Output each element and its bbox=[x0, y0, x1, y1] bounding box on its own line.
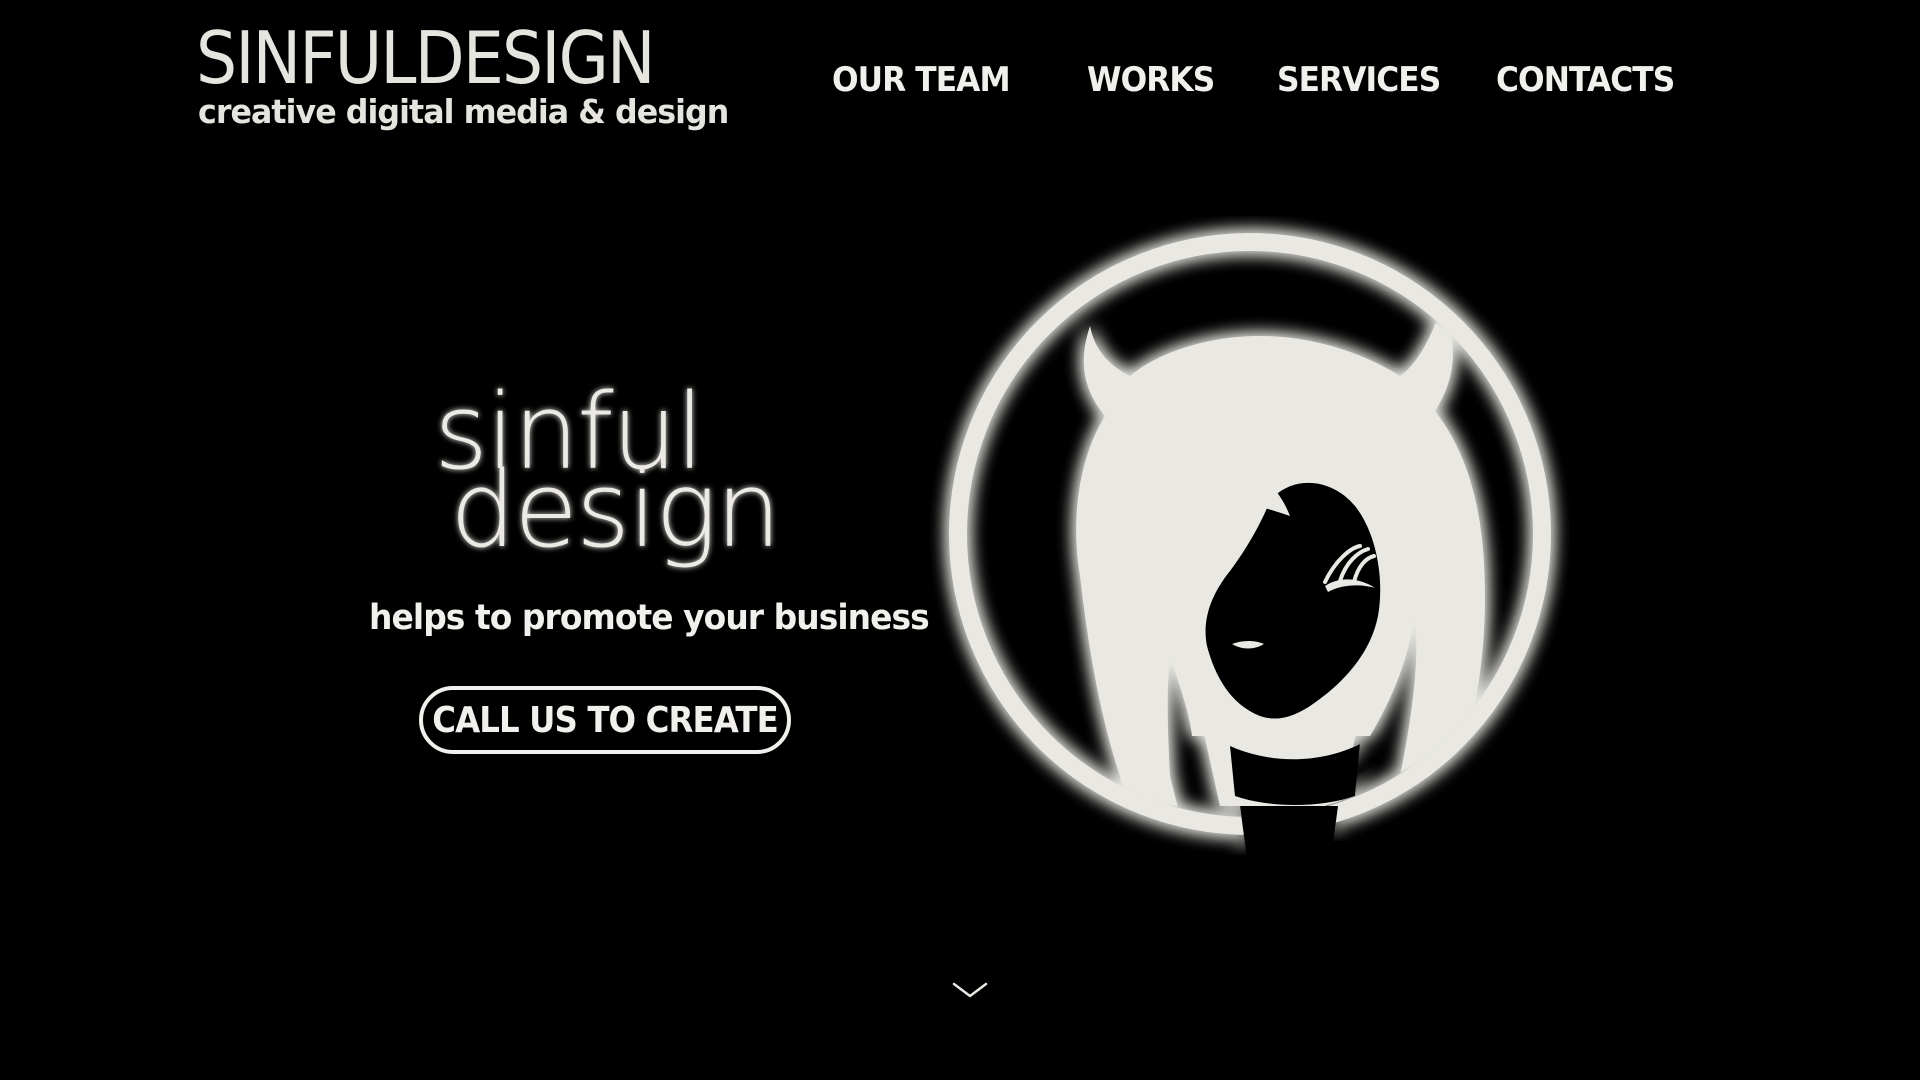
nav-item-services[interactable]: SERVICES bbox=[1277, 58, 1441, 102]
logo-title: SINFULDESIGN bbox=[196, 16, 655, 100]
wordmark-line-design: design bbox=[450, 449, 779, 571]
nav-item-contacts[interactable]: CONTACTS bbox=[1496, 58, 1675, 102]
call-us-button-label: CALL US TO CREATE bbox=[432, 699, 779, 741]
hero-wordmark: sinful design bbox=[434, 371, 781, 571]
hero-tagline: helps to promote your business bbox=[369, 598, 930, 638]
call-us-button[interactable]: CALL US TO CREATE bbox=[419, 686, 791, 754]
site-logo[interactable]: SINFULDESIGN creative digital media & de… bbox=[196, 16, 729, 131]
chevron-down-icon[interactable] bbox=[950, 978, 990, 1002]
logo-tagline: creative digital media & design bbox=[198, 92, 729, 131]
nav-item-our-team[interactable]: OUR TEAM bbox=[832, 58, 1011, 102]
nav-item-works[interactable]: WORKS bbox=[1087, 58, 1215, 102]
devil-girl-emblem-icon bbox=[949, 233, 1551, 866]
